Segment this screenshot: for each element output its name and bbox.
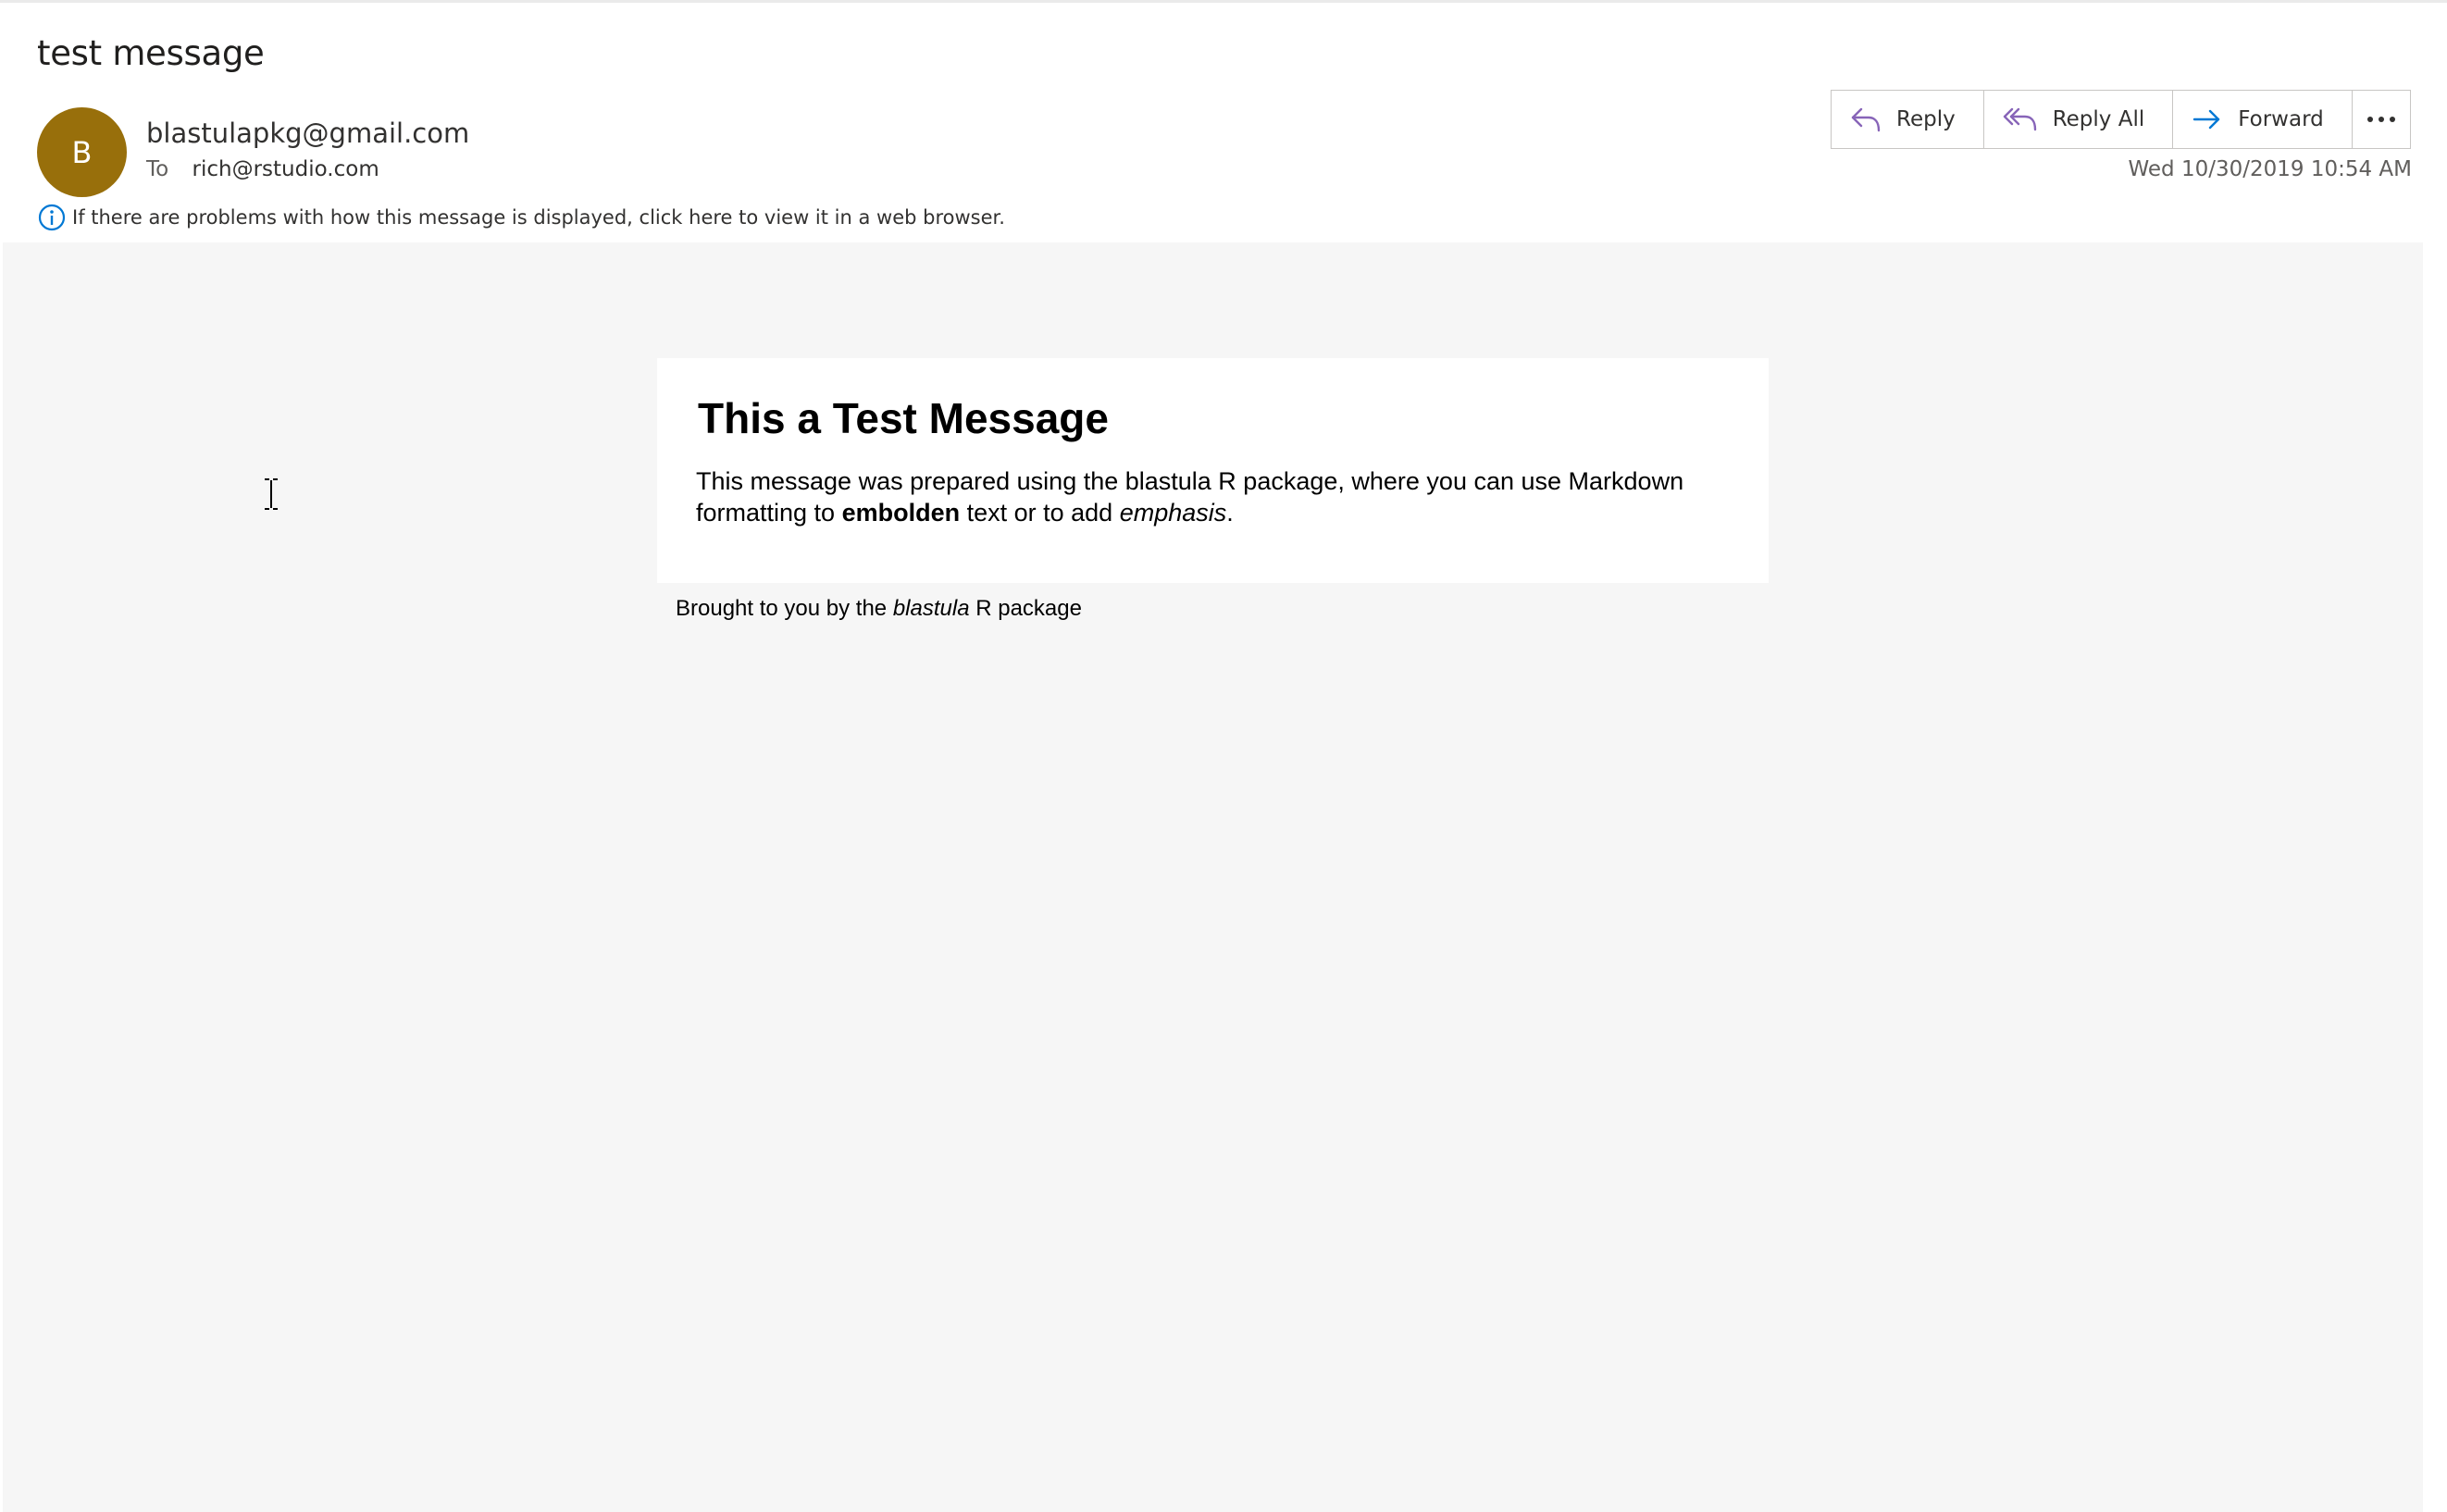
footer-text-1: Brought to you by the [676,596,893,621]
bold-text: embolden [841,499,961,527]
to-label: To [146,157,169,181]
email-heading: This a Test Message [698,394,1109,442]
message-subject: test message [37,33,265,73]
top-divider [0,0,2447,3]
text-cursor-icon [261,477,281,511]
forward-button[interactable]: Forward [2173,91,2352,148]
italic-text: emphasis [1119,499,1227,527]
ellipsis-icon [2367,117,2395,122]
view-in-browser-notice[interactable]: If there are problems with how this mess… [37,203,1005,232]
avatar[interactable]: B [37,107,127,197]
email-paragraph: This message was prepared using the blas… [696,465,1730,528]
paragraph-text-2: text or to add [960,499,1120,527]
email-footer: Brought to you by the blastula R package [676,596,1082,622]
reply-all-button[interactable]: Reply All [1984,91,2174,148]
email-content-card: This a Test Message This message was pre… [657,358,1769,583]
forward-label: Forward [2238,107,2324,131]
recipient-address[interactable]: rich@rstudio.com [193,157,379,181]
message-body: This a Test Message This message was pre… [3,242,2423,1512]
avatar-initial: B [71,134,93,170]
more-actions-button[interactable] [2352,90,2411,149]
sender-email[interactable]: blastulapkg@gmail.com [146,118,469,149]
message-timestamp: Wed 10/30/2019 10:54 AM [2128,157,2412,181]
reply-all-arrow-icon [2003,107,2036,131]
paragraph-text-3: . [1226,499,1234,527]
recipient-line: To rich@rstudio.com [146,157,379,181]
reply-button[interactable]: Reply [1832,91,1984,148]
reply-arrow-icon [1851,107,1881,132]
footer-italic: blastula [892,596,970,621]
reply-label: Reply [1896,107,1956,131]
footer-text-2: R package [969,596,1082,621]
info-circle-icon [37,203,67,232]
notice-text[interactable]: If there are problems with how this mess… [72,206,1005,229]
message-actions-toolbar: Reply Reply All Forward [1831,90,2353,149]
reply-all-label: Reply All [2052,107,2145,131]
forward-arrow-icon [2193,109,2220,130]
